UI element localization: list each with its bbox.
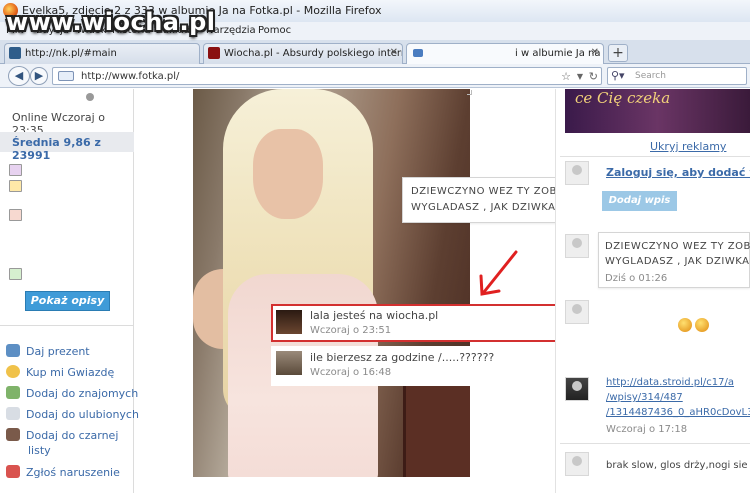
entry-link-2[interactable]: /wpisy/314/487	[606, 390, 683, 405]
entry-avatar[interactable]	[565, 234, 589, 258]
guestbook-entry: DZIEWCZYNO WEZ TY ZOBACZ WYGLADASZ , JAK…	[598, 232, 750, 288]
advertisement[interactable]: ce Cię czeka	[565, 89, 750, 133]
emoji-icon	[695, 318, 709, 332]
hide-ads-link[interactable]: Ukryj reklamy	[650, 140, 726, 153]
entry-avatar[interactable]	[565, 452, 589, 476]
emoji-icon	[678, 318, 692, 332]
user-avatar	[565, 161, 589, 185]
entry-time: Wczoraj o 17:18	[606, 424, 688, 435]
entry-link-3[interactable]: /1314487436_0_aHR0cDovL3d	[606, 405, 750, 420]
wiocha-watermark: www.wiocha.pl	[6, 8, 216, 36]
divider	[560, 156, 750, 157]
entry-link-1[interactable]: http://data.stroid.pl/c17/a	[606, 375, 734, 390]
entry-time: Dziś o 01:26	[605, 273, 668, 284]
login-link[interactable]: Zaloguj się, aby dodać wpis	[606, 166, 750, 179]
divider	[560, 443, 750, 444]
ad-text: ce Cię czeka	[575, 89, 671, 107]
arrow-to-comment	[482, 250, 518, 294]
entry-text: brak slow, glos drży,nogi sie	[606, 460, 748, 471]
add-entry-button[interactable]: Dodaj wpis	[602, 191, 677, 211]
entry-avatar[interactable]	[565, 377, 589, 401]
entry-line-1: DZIEWCZYNO WEZ TY ZOBACZ	[605, 241, 750, 252]
entry-line-2: WYGLADASZ , JAK DZIWKA Z P	[605, 256, 750, 267]
entry-avatar[interactable]	[565, 300, 589, 324]
